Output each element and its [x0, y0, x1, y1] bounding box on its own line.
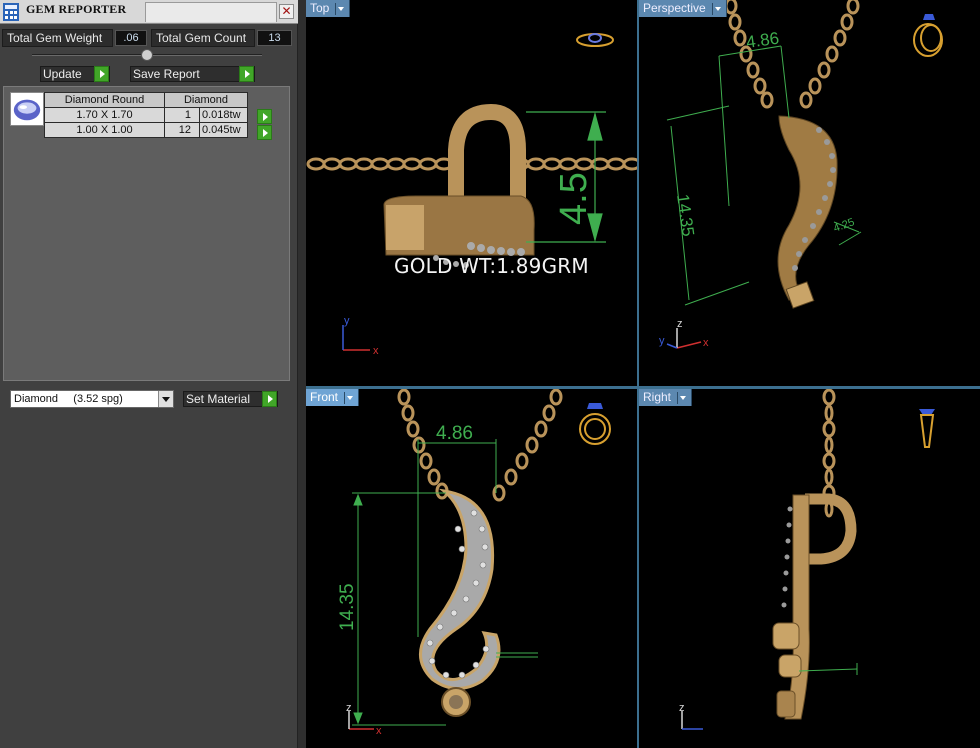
viewport-tab-label: Top — [310, 1, 330, 15]
update-go-icon — [94, 66, 109, 82]
dimension-label: 14.35 — [673, 193, 698, 238]
total-gem-count-value: 13 — [257, 30, 292, 46]
gem-count-cell: 1 — [164, 107, 200, 123]
dimension-label: 4.5 — [553, 172, 595, 225]
viewport-tab-front[interactable]: Front — [306, 389, 360, 406]
gem-count-cell: 12 — [164, 122, 200, 138]
axis-triad: x z — [346, 702, 382, 737]
column-header-stone[interactable]: Diamond — [164, 92, 248, 108]
viewport-divider — [298, 0, 306, 748]
axis-z-label: z — [346, 702, 352, 714]
viewport-tab-label: Perspective — [643, 1, 706, 15]
update-button[interactable]: Update — [40, 66, 110, 82]
axis-triad: x y — [342, 315, 379, 357]
viewport-right[interactable]: z Right — [639, 389, 980, 748]
gem-size-cell: 1.70 X 1.70 — [44, 107, 165, 123]
table-row[interactable]: 1.00 X 1.00 12 0.045tw — [44, 122, 248, 138]
top-view-render: 4.5 x y — [306, 33, 637, 357]
gem-table-header: Diamond Round Diamond — [44, 92, 248, 108]
total-gem-weight-label: Total Gem Weight — [2, 29, 113, 47]
axis-x-label: x — [376, 725, 382, 737]
dimension-label: 14.35 — [337, 583, 358, 631]
gem-weight-cell: 0.018tw — [199, 107, 248, 123]
dimension-label: 4.86 — [745, 29, 780, 52]
matrix-workspace: GEM REPORTER ✕ Total Gem Weight .06 Tota… — [0, 0, 980, 748]
save-report-label: Save Report — [133, 67, 200, 81]
axis-z-label: z — [679, 702, 685, 714]
total-gem-count-label: Total Gem Count — [151, 29, 255, 47]
viewport-tab-perspective[interactable]: Perspective — [639, 0, 727, 17]
update-label: Update — [43, 67, 82, 81]
round-diamond-icon[interactable] — [10, 92, 44, 126]
gem-table: Diamond Round Diamond 1.70 X 1.70 1 0.01… — [44, 92, 248, 138]
viewport-tab-label: Right — [643, 390, 672, 404]
perspective-view-render: 4.86 14.35 4.25 x z y — [659, 0, 943, 349]
viewport-tab-top[interactable]: Top — [306, 0, 351, 17]
gold-weight-label: GOLD WT:1.89GRM — [394, 254, 589, 278]
chevron-down-icon — [335, 2, 345, 15]
gem-size-cell: 1.00 X 1.00 — [44, 122, 165, 138]
chevron-down-icon — [158, 391, 173, 407]
axis-triad: x z y — [659, 318, 709, 349]
chain-shape — [397, 389, 563, 502]
axis-z-label: z — [677, 318, 683, 330]
ring-orientation-icon — [576, 33, 614, 47]
ring-orientation-icon — [913, 14, 943, 57]
chevron-down-icon — [344, 391, 354, 404]
chevron-down-icon — [711, 2, 722, 15]
save-report-go-icon — [239, 66, 254, 82]
chain-shape — [724, 0, 860, 109]
viewport-front[interactable]: 4.86 14.35 x z Front — [306, 389, 637, 748]
gem-list-area: Diamond Round Diamond 1.70 X 1.70 1 0.01… — [3, 86, 290, 381]
right-view-render: z — [679, 389, 935, 730]
row-select-go-icon[interactable] — [257, 125, 272, 140]
axis-x-label: x — [703, 337, 709, 349]
row-select-go-icon[interactable] — [257, 109, 272, 124]
gem-weight-cell: 0.045tw — [199, 122, 248, 138]
viewport-perspective[interactable]: 4.86 14.35 4.25 x z y Perspective — [639, 0, 980, 386]
set-material-label: Set Material — [186, 392, 251, 406]
stone-row-shape — [781, 506, 793, 608]
axis-y-label: y — [344, 315, 350, 327]
axis-y-label: y — [659, 335, 665, 347]
side-orientation-icon — [919, 409, 935, 448]
viewport-top[interactable]: 4.5 x y GOLD WT:1.89GRM Top — [306, 0, 637, 386]
material-dropdown[interactable]: Diamond (3.52 spg) — [10, 390, 174, 408]
viewport-tab-label: Front — [310, 390, 339, 404]
panel-titlebar: GEM REPORTER ✕ — [0, 0, 298, 24]
pendant-body-shape — [784, 494, 810, 720]
column-header-shape[interactable]: Diamond Round — [44, 92, 165, 108]
set-material-go-icon — [262, 391, 277, 407]
axis-triad: z — [679, 702, 703, 730]
table-row[interactable]: 1.70 X 1.70 1 0.018tw — [44, 107, 248, 123]
panel-splitter-handle[interactable] — [141, 49, 153, 61]
axis-x-label: x — [373, 345, 379, 357]
viewport-tab-right[interactable]: Right — [639, 389, 693, 406]
save-report-button[interactable]: Save Report — [130, 66, 255, 82]
dimension-label: 4.25 — [832, 216, 856, 235]
ring-orientation-icon — [579, 403, 611, 445]
material-selected-value: Diamond (3.52 spg) — [14, 393, 123, 405]
chevron-down-icon — [677, 391, 687, 404]
close-icon: ✕ — [281, 4, 292, 18]
title-tab-area — [145, 2, 277, 22]
pendant-bail-shape — [448, 103, 526, 210]
close-button[interactable]: ✕ — [279, 4, 294, 19]
gem-reporter-panel: GEM REPORTER ✕ Total Gem Weight .06 Tota… — [0, 0, 298, 748]
gem-reporter-app-icon — [3, 3, 19, 21]
chain-shape — [306, 157, 637, 171]
set-material-button[interactable]: Set Material — [183, 391, 278, 407]
pendant-bail-shape — [805, 493, 857, 565]
front-view-render: 4.86 14.35 x z — [337, 389, 611, 737]
panel-title: GEM REPORTER — [26, 2, 127, 16]
dimension-label: 4.86 — [436, 423, 473, 444]
total-gem-weight-value: .06 — [115, 30, 147, 46]
